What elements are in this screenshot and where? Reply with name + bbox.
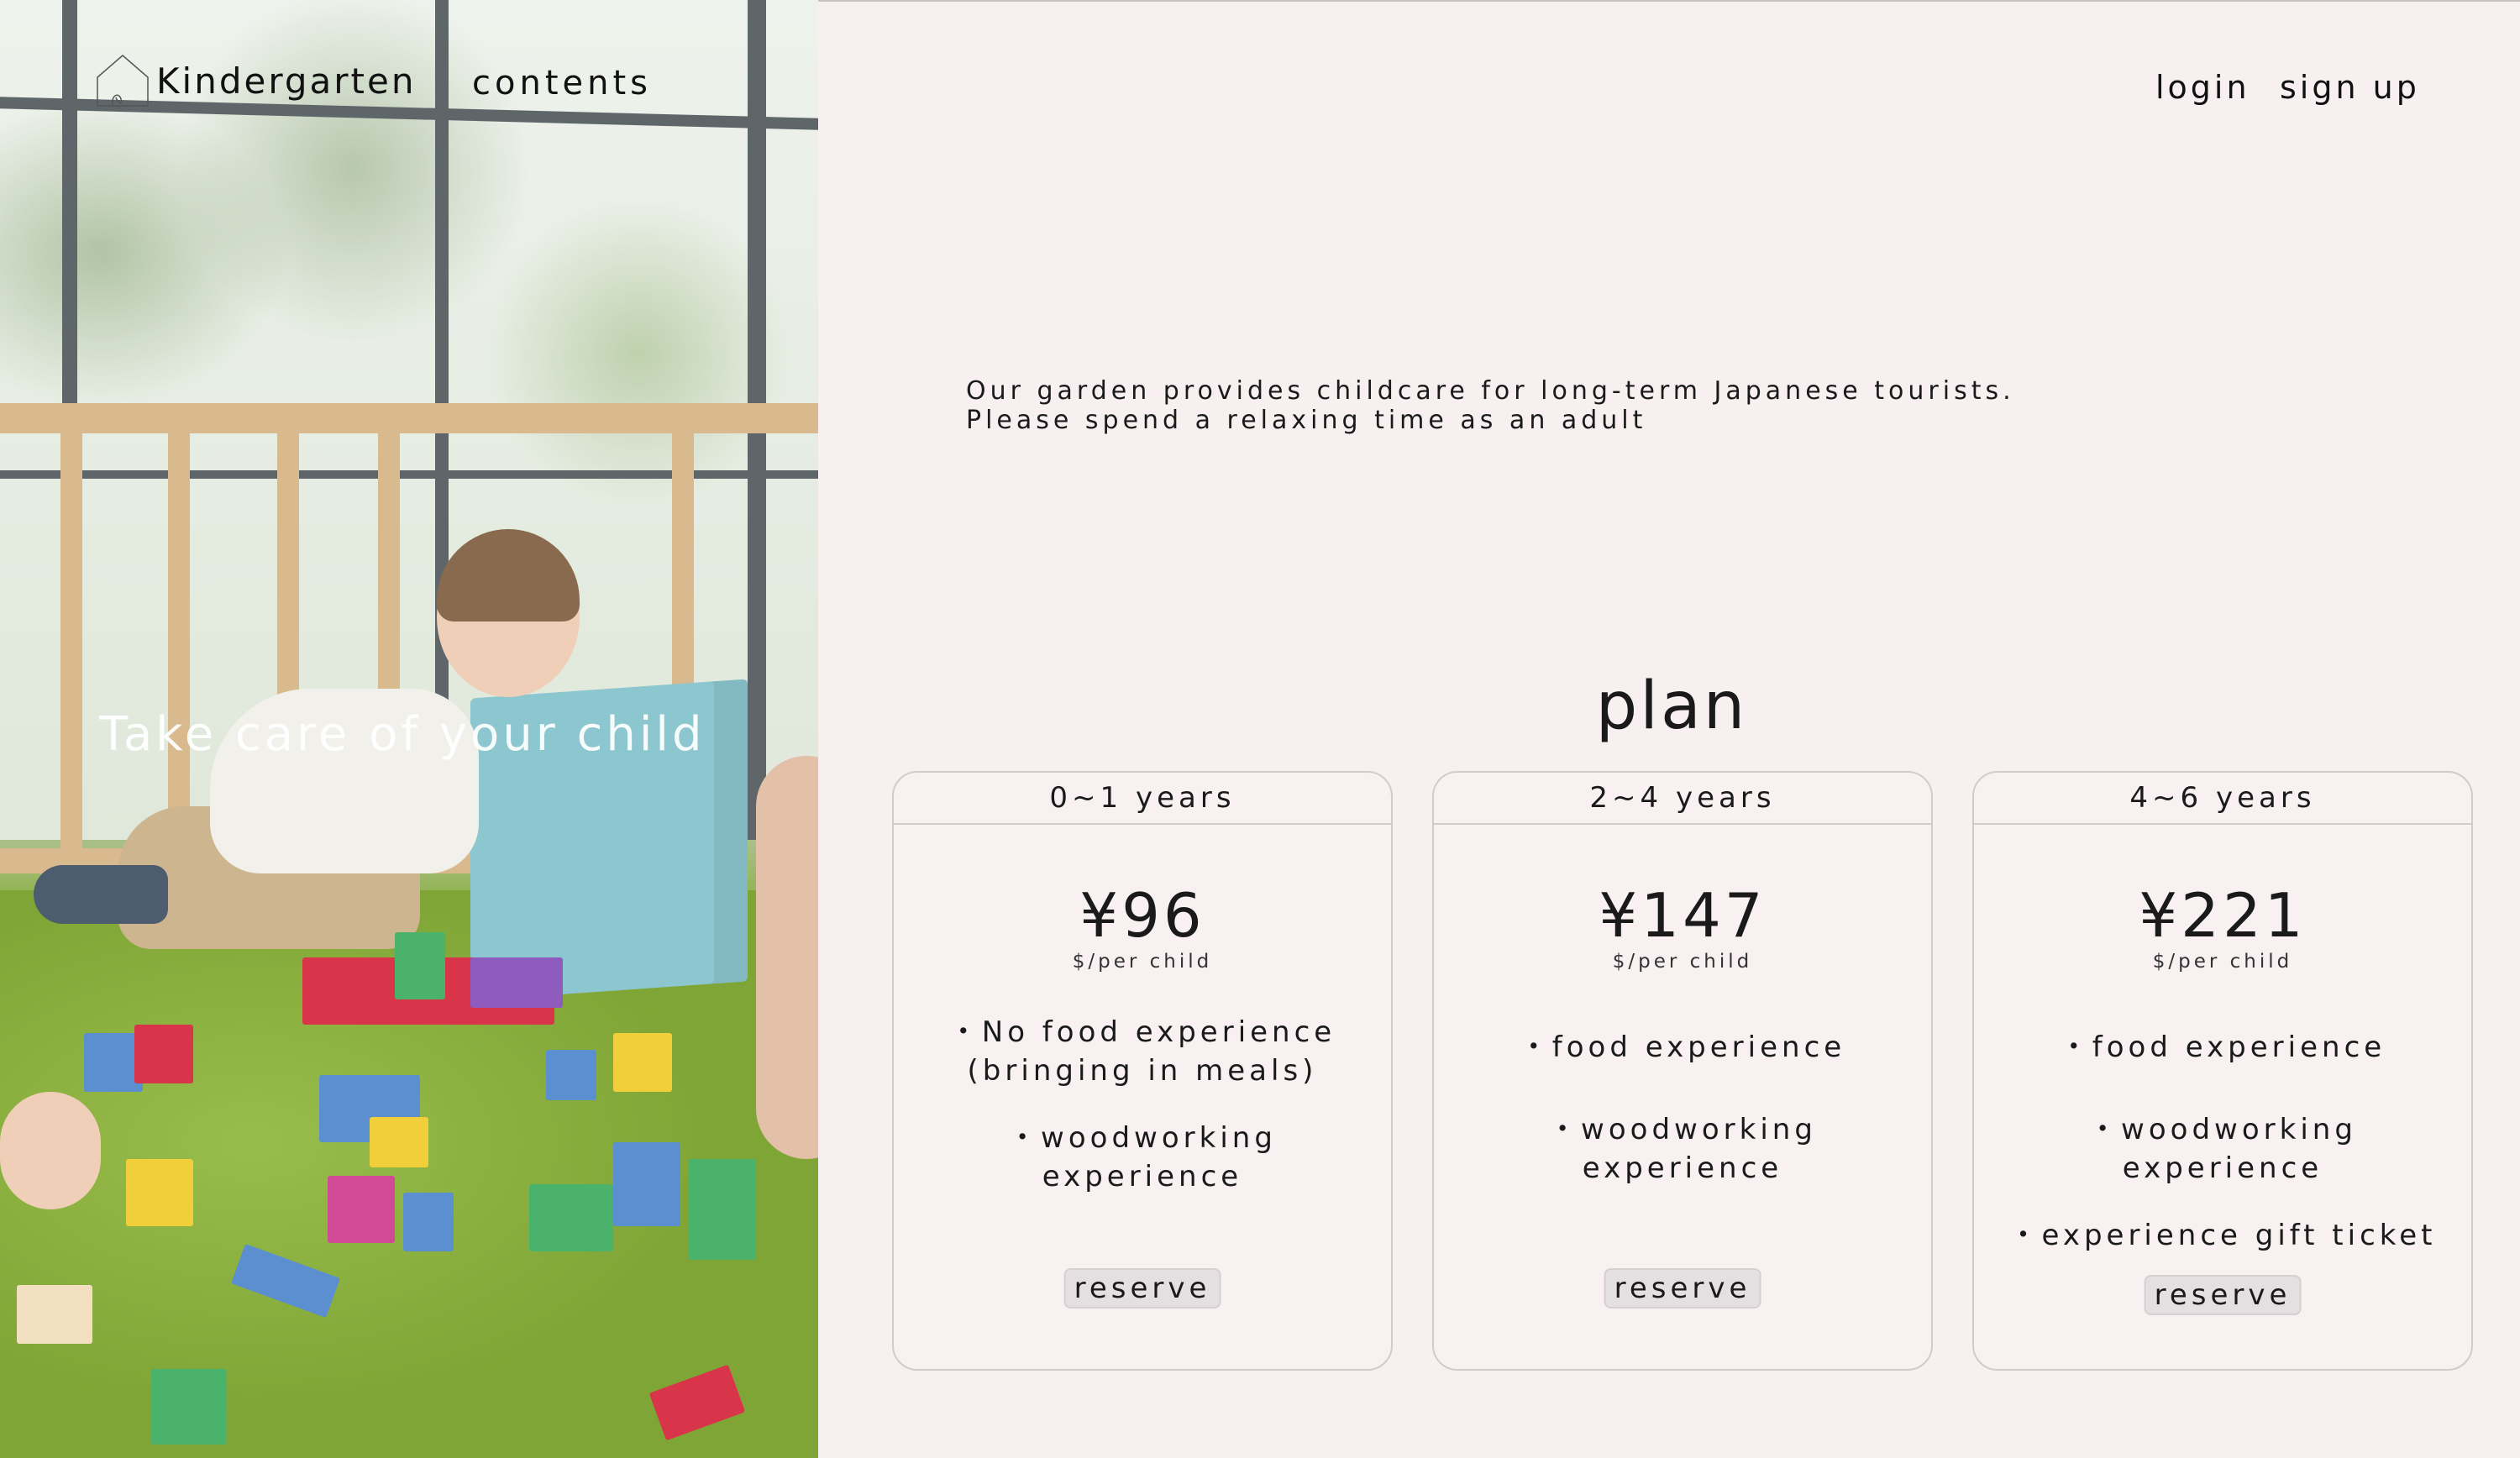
- plan-feature: (bringing in meals): [967, 1054, 1318, 1088]
- toy-block: [395, 932, 445, 999]
- plan-title: plan: [1595, 669, 1748, 744]
- toy-block: [370, 1117, 428, 1167]
- nav-login-link[interactable]: login: [2155, 69, 2250, 106]
- plan-age: 4~6 years: [1974, 773, 2471, 825]
- toy-block: [328, 1176, 395, 1243]
- toy-block: [546, 1050, 596, 1100]
- hand: [0, 1092, 101, 1209]
- nav-contents-link[interactable]: contents: [472, 64, 652, 102]
- plan-card-2-4: 2~4 years ¥147 $/per child ・food experie…: [1432, 771, 1933, 1371]
- plan-feature: ・woodworking: [1008, 1121, 1277, 1155]
- crib-bar: [168, 420, 190, 857]
- toy-block: [470, 957, 563, 1008]
- plan-feature: ・No food experience: [948, 1015, 1336, 1049]
- plan-feature: ・woodworking: [1548, 1113, 1817, 1146]
- plan-feature: ・food experience: [2059, 1031, 2386, 1064]
- nav-signup-link[interactable]: sign up: [2280, 69, 2420, 106]
- plan-feature: ・woodworking: [2088, 1113, 2357, 1146]
- plan-card-4-6: 4~6 years ¥221 $/per child ・food experie…: [1972, 771, 2473, 1371]
- child-figure: [756, 756, 818, 1159]
- toy-block: [529, 1184, 613, 1251]
- plan-price: ¥221: [2139, 880, 2307, 951]
- plan-feature: experience: [1582, 1151, 1783, 1185]
- brand-name: Kindergarten: [156, 60, 417, 102]
- plan-price: ¥96: [1079, 880, 1205, 951]
- plan-card-0-1: 0~1 years ¥96 $/per child ・No food exper…: [892, 771, 1393, 1371]
- intro-line: Our garden provides childcare for long-t…: [966, 376, 2015, 406]
- hero-image: Take care of your child: [0, 0, 818, 1458]
- top-border: [818, 0, 2520, 2]
- plan-feature: ・food experience: [1519, 1031, 1846, 1064]
- toy-block: [151, 1369, 227, 1445]
- reserve-button[interactable]: reserve: [2144, 1275, 2302, 1315]
- brand-logo[interactable]: Kindergarten: [94, 50, 416, 111]
- plan-feature: experience: [2122, 1151, 2323, 1185]
- toy-block: [134, 1025, 193, 1083]
- crib-bar: [672, 420, 694, 705]
- plan-age: 0~1 years: [894, 773, 1391, 825]
- plan-feature: ・experience gift ticket: [2008, 1219, 2437, 1252]
- toy-block: [613, 1142, 680, 1226]
- toy-block: [403, 1193, 454, 1251]
- reserve-button[interactable]: reserve: [1604, 1268, 1761, 1309]
- child-figure: [34, 865, 168, 924]
- reserve-button[interactable]: reserve: [1063, 1268, 1221, 1309]
- crib-rail: [0, 403, 818, 433]
- crib-bar: [60, 420, 82, 857]
- toy-block: [689, 1159, 756, 1260]
- intro-text: Our garden provides childcare for long-t…: [966, 376, 2015, 435]
- plan-unit: $/per child: [1072, 951, 1213, 973]
- toy-block: [613, 1033, 672, 1092]
- plan-age: 2~4 years: [1434, 773, 1931, 825]
- toy-block: [126, 1159, 193, 1226]
- window-frame: [0, 470, 818, 479]
- intro-line: Please spend a relaxing time as an adult: [966, 406, 1647, 435]
- plan-price: ¥147: [1599, 880, 1767, 951]
- hero-title: Take care of your child: [99, 707, 706, 762]
- toy-block: [17, 1285, 92, 1344]
- plan-unit: $/per child: [1612, 951, 1753, 973]
- house-icon: [94, 50, 151, 111]
- plan-feature: experience: [1042, 1160, 1243, 1193]
- plan-unit: $/per child: [2152, 951, 2293, 973]
